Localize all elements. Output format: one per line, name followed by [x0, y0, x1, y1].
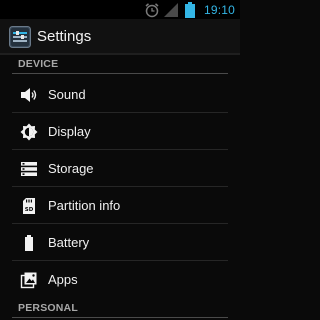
section-header-device: DEVICE — [0, 56, 240, 74]
action-bar: Settings — [0, 19, 240, 55]
speaker-icon — [21, 88, 37, 102]
settings-item-partition-info[interactable]: SD Partition info — [0, 187, 240, 224]
page-title: Settings — [37, 28, 92, 45]
settings-app-icon[interactable] — [9, 26, 31, 48]
status-bar: 19:10 — [0, 0, 240, 19]
signal-strength-icon — [164, 3, 178, 17]
storage-icon — [21, 162, 37, 176]
svg-text:SD: SD — [25, 207, 34, 213]
settings-item-label: Storage — [48, 161, 94, 176]
section-divider — [12, 73, 228, 74]
settings-item-label: Display — [48, 124, 91, 139]
apps-icon — [20, 272, 37, 289]
settings-item-label: Apps — [48, 272, 78, 287]
section-divider — [12, 317, 228, 318]
battery-icon — [25, 235, 33, 251]
section-label: PERSONAL — [18, 302, 78, 314]
settings-item-display[interactable]: Display — [0, 113, 240, 150]
sd-card-icon: SD — [23, 198, 35, 214]
battery-status-icon — [185, 2, 195, 18]
settings-item-label: Partition info — [48, 198, 121, 213]
section-label: DEVICE — [18, 58, 59, 70]
settings-item-label: Battery — [48, 235, 90, 250]
settings-item-label: Sound — [48, 87, 86, 102]
section-header-personal: PERSONAL — [0, 300, 240, 318]
settings-item-storage[interactable]: Storage — [0, 150, 240, 187]
settings-item-apps[interactable]: Apps — [0, 261, 240, 298]
settings-list: Sound Display Storage SD Partition info … — [0, 76, 240, 298]
settings-item-sound[interactable]: Sound — [0, 76, 240, 113]
status-clock: 19:10 — [204, 3, 236, 17]
brightness-icon — [20, 123, 38, 141]
settings-item-battery[interactable]: Battery — [0, 224, 240, 261]
alarm-clock-icon — [145, 3, 159, 18]
